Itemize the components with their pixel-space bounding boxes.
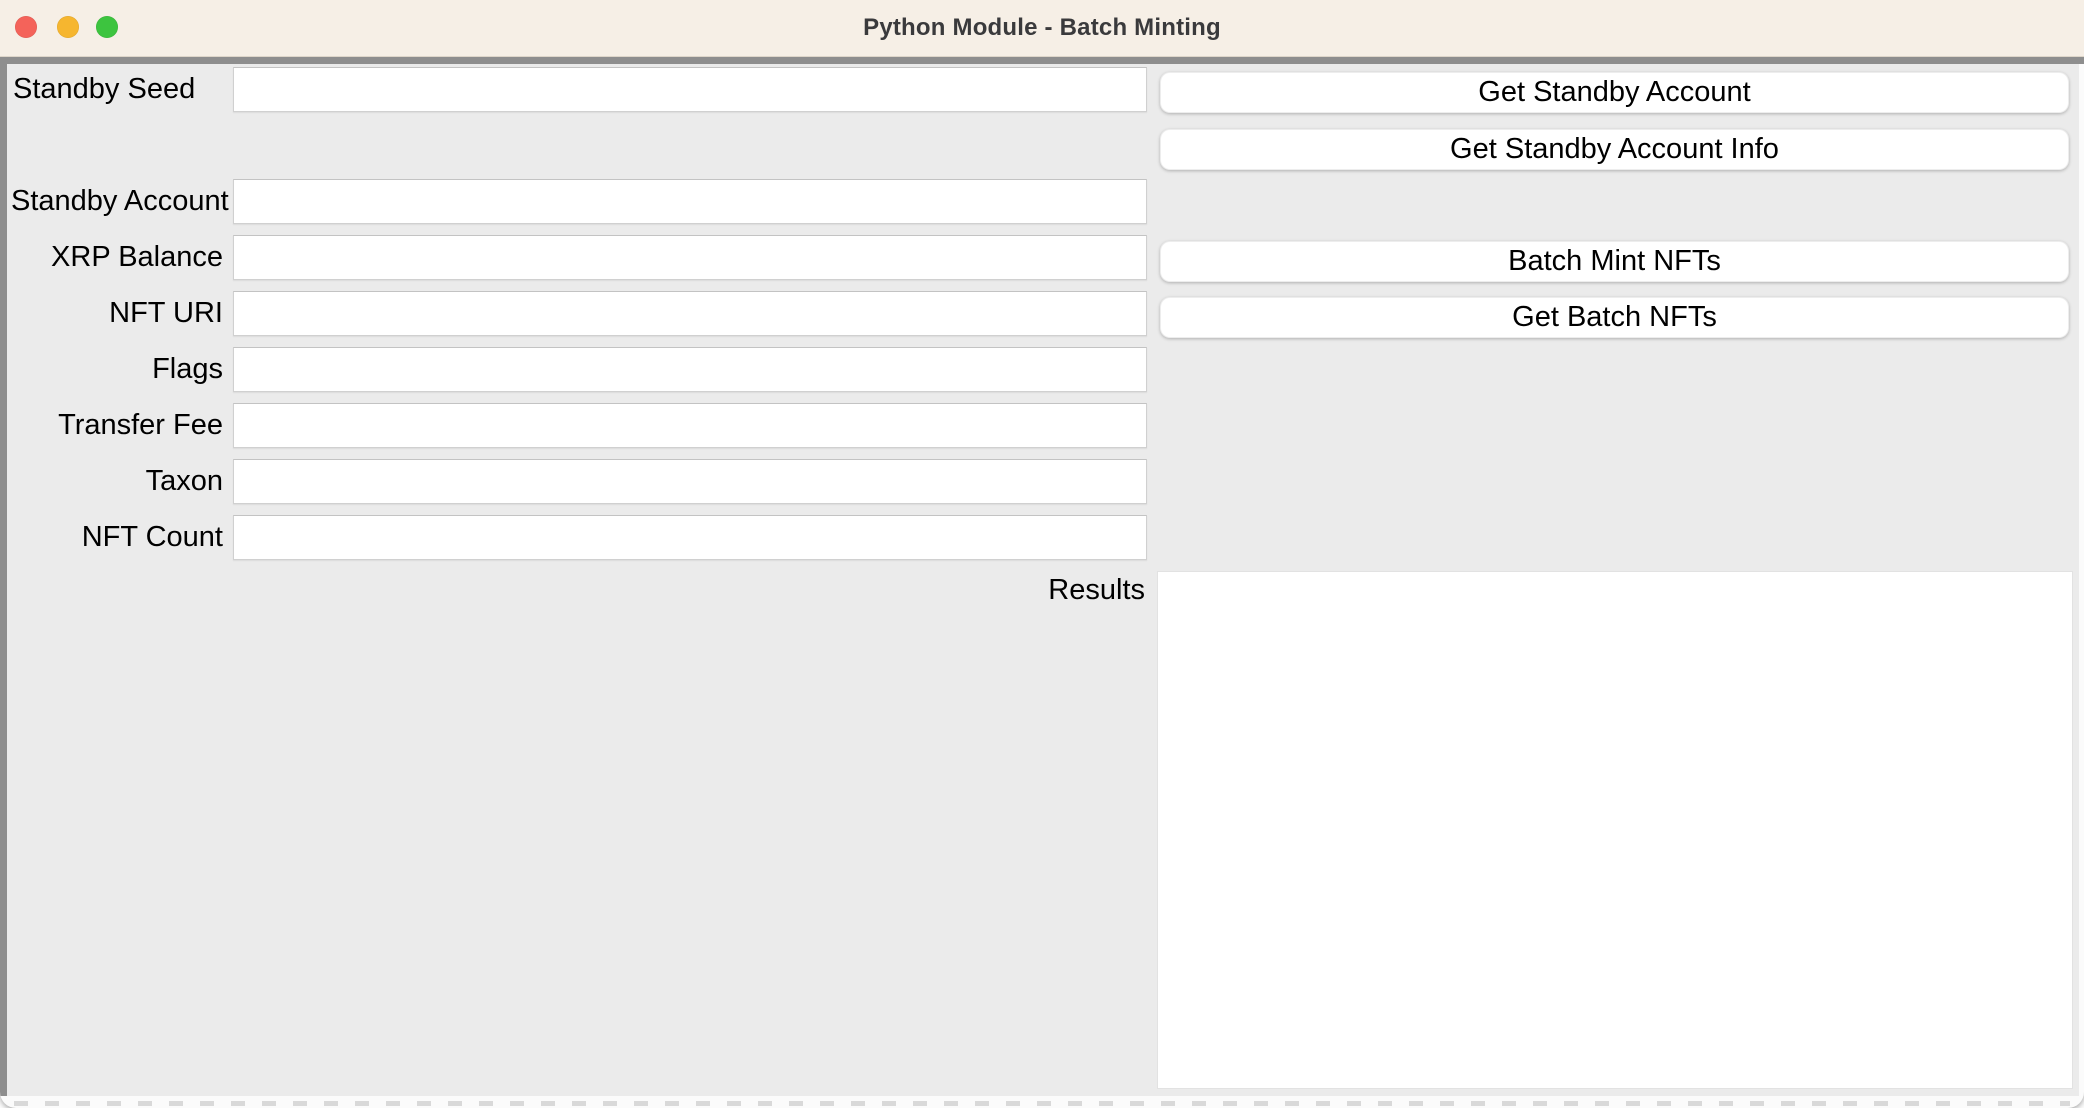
results-textarea[interactable] [1157,571,2073,1089]
xrp-balance-label: XRP Balance [11,235,223,280]
window-chrome-left [0,57,7,1096]
content-frame: Standby Seed Standby Account XRP Balance… [7,64,2079,1096]
flags-label: Flags [11,347,223,392]
transfer-fee-input[interactable] [233,403,1147,448]
minimize-button[interactable] [57,16,79,38]
get-standby-account-button[interactable]: Get Standby Account [1160,72,2069,113]
nft-count-label: NFT Count [11,515,223,560]
results-label: Results [745,574,1145,606]
taxon-input[interactable] [233,459,1147,504]
xrp-balance-input[interactable] [233,235,1147,280]
batch-mint-nfts-button[interactable]: Batch Mint NFTs [1160,241,2069,282]
get-batch-nfts-button[interactable]: Get Batch NFTs [1160,297,2069,338]
zoom-button[interactable] [96,16,118,38]
standby-account-input[interactable] [233,179,1147,224]
close-button[interactable] [15,16,37,38]
nft-count-input[interactable] [233,515,1147,560]
get-standby-account-info-button[interactable]: Get Standby Account Info [1160,129,2069,170]
taxon-label: Taxon [11,459,223,504]
standby-seed-label: Standby Seed [11,67,225,112]
window-title: Python Module - Batch Minting [0,0,2084,56]
nft-uri-label: NFT URI [11,291,223,336]
standby-account-label: Standby Account [11,179,223,224]
nft-uri-input[interactable] [233,291,1147,336]
titlebar: Python Module - Batch Minting [0,0,2084,57]
app-window: Python Module - Batch Minting Standby Se… [0,0,2084,1108]
flags-input[interactable] [233,347,1147,392]
transfer-fee-label: Transfer Fee [11,403,223,448]
window-chrome-top [0,57,2084,64]
window-bottom-edge [14,1101,2070,1106]
standby-seed-input[interactable] [233,67,1147,112]
